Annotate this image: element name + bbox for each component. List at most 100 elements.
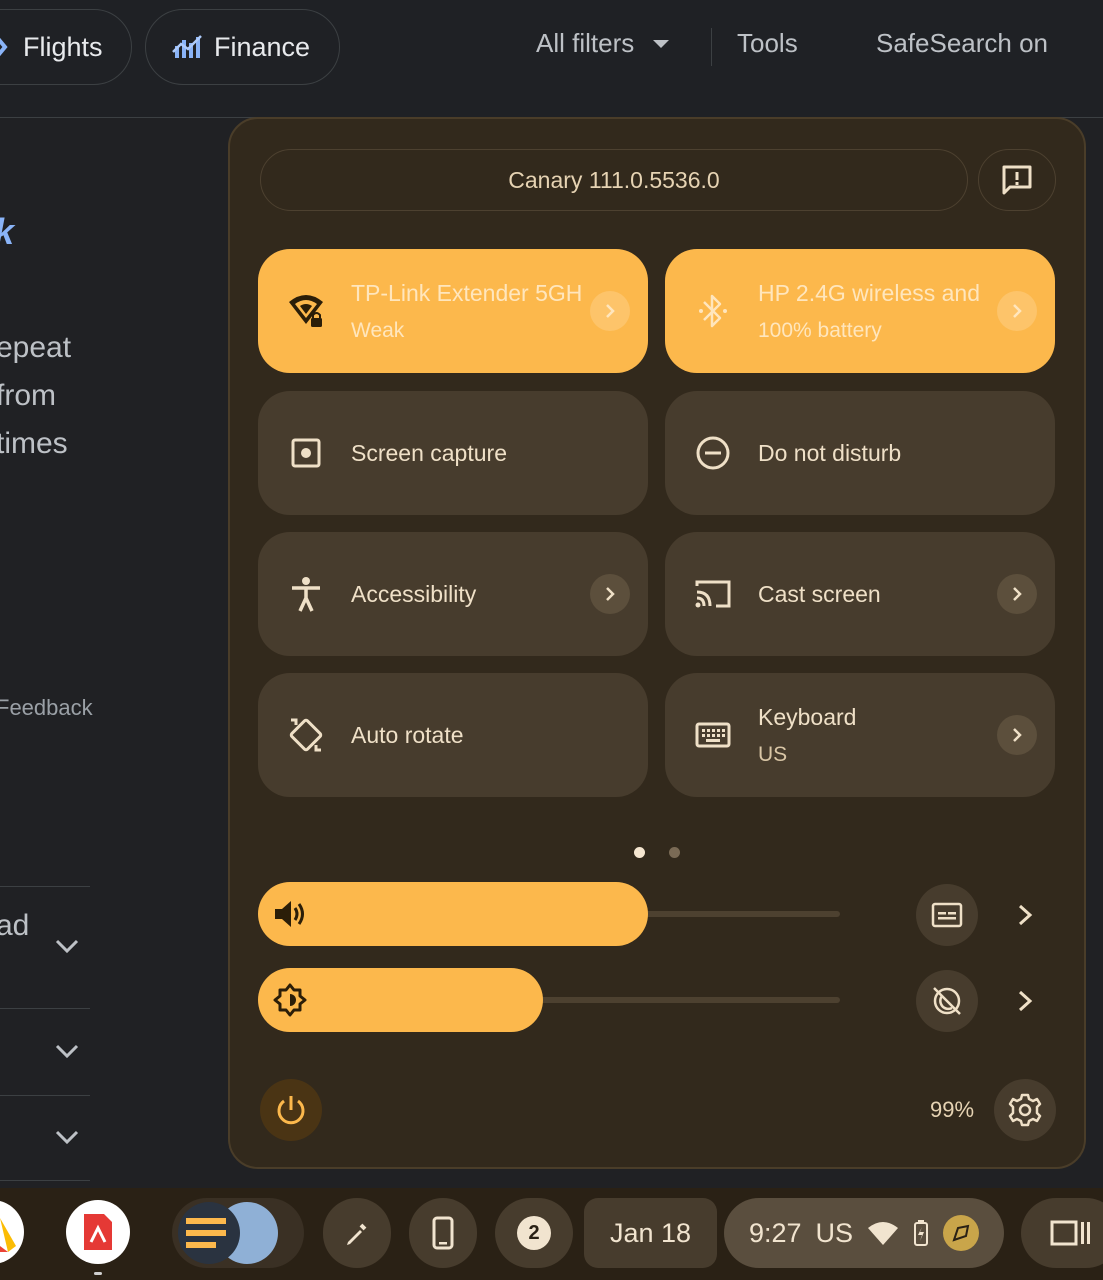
page-dot-1[interactable] [634, 847, 645, 858]
divider [0, 1095, 90, 1096]
tile-bluetooth-detail-button[interactable] [997, 291, 1037, 331]
running-indicator [94, 1272, 102, 1275]
tile-label: Accessibility [351, 580, 477, 607]
gear-icon [1008, 1093, 1042, 1127]
tile-cast-screen[interactable]: Cast screen [665, 532, 1055, 656]
chevron-right-icon [1013, 304, 1022, 318]
tile-wifi[interactable]: TP-Link Extender 5GHz Weak [258, 249, 648, 373]
tile-bluetooth[interactable]: HP 2.4G wireless and 100% battery [665, 249, 1055, 373]
toolbar-divider [711, 28, 712, 66]
phone-icon [432, 1216, 454, 1250]
tile-accessibility-text: Accessibility [351, 581, 581, 608]
accordion-label: ad [0, 909, 30, 942]
tile-wifi-text: TP-Link Extender 5GHz Weak [351, 280, 581, 343]
tile-keyboard-detail-button[interactable] [997, 715, 1037, 755]
app-icon-pdf[interactable] [66, 1200, 130, 1264]
audio-settings-button[interactable] [1007, 897, 1043, 933]
status-tray[interactable]: 9:27 US [724, 1198, 1004, 1268]
tile-screen-capture[interactable]: Screen capture [258, 391, 648, 515]
tile-accessibility[interactable]: Accessibility [258, 532, 648, 656]
tile-label: Cast screen [758, 580, 881, 607]
date-label: Jan 18 [609, 1217, 692, 1248]
chip-finance-label: Finance [214, 31, 311, 62]
page-content-fragment: k epeat from times Feedback ad [0, 119, 228, 1187]
app-group-button[interactable] [172, 1198, 304, 1268]
cast-icon [693, 574, 733, 614]
chip-flights[interactable]: Flights [0, 9, 132, 85]
notification-counter[interactable]: 2 [495, 1198, 573, 1268]
pdf-icon [84, 1214, 112, 1250]
tile-label: Do not disturb [758, 439, 902, 466]
tile-label: HP 2.4G wireless and [758, 279, 981, 306]
tile-bluetooth-text: HP 2.4G wireless and 100% battery [758, 280, 988, 343]
all-filters-button[interactable]: All filters [536, 28, 670, 59]
feedback-link[interactable]: Feedback [0, 695, 93, 721]
phone-hub-button[interactable] [409, 1198, 477, 1268]
chevron-right-icon [606, 304, 615, 318]
chevron-right-icon [1018, 990, 1033, 1012]
chevron-right-icon [1018, 904, 1033, 926]
tile-screen-capture-text: Screen capture [351, 440, 581, 467]
finance-chart-icon [172, 35, 202, 58]
display-settings-button[interactable] [1007, 983, 1043, 1019]
accessibility-icon [286, 574, 326, 614]
live-caption-button[interactable] [916, 884, 978, 946]
power-button[interactable] [260, 1079, 322, 1141]
tile-label: Screen capture [351, 439, 507, 466]
tile-do-not-disturb[interactable]: Do not disturb [665, 391, 1055, 515]
page-dot-2[interactable] [669, 847, 680, 858]
tools-button[interactable]: Tools [737, 28, 798, 59]
tile-label: Auto rotate [351, 721, 464, 748]
settings-button[interactable] [994, 1079, 1056, 1141]
tile-accessibility-detail-button[interactable] [590, 574, 630, 614]
date-tray[interactable]: Jan 18 [584, 1198, 717, 1268]
brightness-slider[interactable] [258, 968, 840, 1032]
divider [0, 1008, 90, 1009]
divider [0, 886, 90, 887]
tile-label: Keyboard [758, 703, 857, 730]
chevron-right-icon [1013, 728, 1022, 742]
chevron-down-icon[interactable] [52, 931, 82, 961]
brightness-icon[interactable] [270, 980, 310, 1020]
tile-keyboard[interactable]: Keyboard US [665, 673, 1055, 797]
pen-nib-icon [952, 1224, 970, 1242]
time-label: 9:27 [748, 1217, 802, 1248]
tile-sublabel: Weak [351, 318, 405, 342]
night-light-button[interactable] [916, 970, 978, 1032]
chevron-down-icon[interactable] [52, 1122, 82, 1152]
power-icon [277, 1096, 305, 1125]
volume-fill[interactable] [258, 882, 648, 946]
tile-wifi-detail-button[interactable] [590, 291, 630, 331]
overview-icon [1050, 1220, 1090, 1246]
tray-indicator [943, 1215, 980, 1251]
tile-cast-screen-text: Cast screen [758, 581, 988, 608]
wifi-locked-icon [286, 291, 326, 331]
battery-percentage: 99% [930, 1097, 975, 1122]
app-icon-drive[interactable] [0, 1200, 24, 1264]
chevron-right-icon [1013, 587, 1022, 601]
volume-slider[interactable] [258, 882, 840, 946]
chevron-down-icon[interactable] [52, 1036, 82, 1066]
heading-fragment[interactable]: k [0, 211, 14, 253]
volume-icon[interactable] [270, 894, 310, 934]
tile-keyboard-text: Keyboard US [758, 704, 988, 767]
feedback-button[interactable] [978, 149, 1056, 211]
safesearch-button[interactable]: SafeSearch on [876, 28, 1048, 59]
text-line: epeat [0, 331, 72, 364]
caret-down-icon [653, 39, 670, 48]
live-caption-icon [931, 902, 963, 928]
chip-finance[interactable]: Finance [145, 9, 340, 85]
airplane-icon [0, 37, 8, 57]
shelf: 2 Jan 18 9:27 US [0, 1188, 1103, 1280]
battery-charging-icon [914, 1220, 929, 1246]
feedback-icon [1002, 165, 1032, 195]
chip-flights-label: Flights [23, 31, 103, 62]
app-thumbnail [178, 1202, 240, 1264]
tile-auto-rotate[interactable]: Auto rotate [258, 673, 648, 797]
keyboard-icon [693, 715, 733, 755]
screen-capture-icon [286, 433, 326, 473]
stylus-tools-button[interactable] [323, 1198, 391, 1268]
overview-button[interactable] [1021, 1198, 1103, 1268]
chevron-right-icon [606, 587, 615, 601]
tile-cast-detail-button[interactable] [997, 574, 1037, 614]
